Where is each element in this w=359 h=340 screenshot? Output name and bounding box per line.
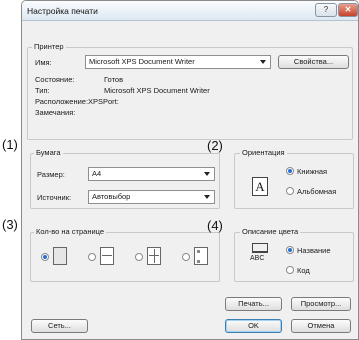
booklet-radio[interactable] — [182, 253, 190, 261]
dialog-title: Настройка печати — [27, 6, 98, 16]
comment-label: Замечания: — [35, 108, 76, 117]
type-label: Тип: — [35, 86, 50, 95]
close-button[interactable]: ✕ — [338, 3, 358, 17]
orientation-group-title: Ориентация — [240, 148, 287, 157]
properties-button[interactable]: Свойства... — [278, 55, 349, 69]
location-label: Расположение: — [35, 97, 89, 106]
paper-group-title: Бумага — [34, 148, 63, 157]
two-pages-icon — [100, 247, 114, 265]
help-button[interactable]: ? — [315, 3, 337, 17]
print-setup-dialog: Настройка печати ? ✕ Принтер Имя: Micros… — [21, 0, 359, 340]
paper-source-label: Источник: — [37, 193, 72, 202]
network-button[interactable]: Сеть... — [31, 319, 88, 333]
printer-name-select[interactable]: Microsoft XPS Document Writer — [85, 55, 271, 69]
pages-1-radio[interactable] — [41, 253, 49, 261]
pages-4-radio[interactable] — [135, 253, 143, 261]
color-printer-icon — [252, 243, 268, 253]
color-code-label: Код — [297, 266, 310, 275]
pages-2-radio[interactable] — [88, 253, 96, 261]
color-name-label: Название — [297, 246, 331, 255]
orientation-icon-letter: A — [255, 179, 265, 194]
landscape-label: Альбомная — [297, 187, 337, 196]
landscape-radio[interactable] — [286, 187, 294, 195]
color-group-title: Описание цвета — [240, 227, 301, 236]
four-pages-icon — [147, 247, 161, 265]
orientation-portrait-icon: A — [252, 177, 268, 196]
paper-source-select[interactable]: Автовыбор — [88, 190, 215, 204]
one-page-icon — [53, 247, 67, 265]
paper-size-value: A4 — [92, 169, 102, 178]
printer-name-value: Microsoft XPS Document Writer — [89, 57, 195, 66]
pages-per-sheet-title: Кол-во на странице — [34, 227, 107, 236]
chevron-down-icon — [204, 172, 210, 176]
cancel-button[interactable]: Отмена — [291, 319, 351, 333]
chevron-down-icon — [204, 195, 210, 199]
preview-button[interactable]: Просмотр... — [291, 297, 351, 311]
callout-marker-2: (2) — [207, 138, 223, 153]
color-icon-text: ABC — [250, 255, 265, 262]
location-value: XPSPort: — [88, 97, 119, 106]
title-bar: Настройка печати ? ✕ — [22, 1, 358, 21]
paper-size-label: Размер: — [37, 170, 65, 179]
booklet-page-icon — [194, 247, 208, 265]
type-value: Microsoft XPS Document Writer — [104, 86, 210, 95]
color-name-radio[interactable] — [286, 246, 294, 254]
printer-name-label: Имя: — [35, 58, 52, 67]
portrait-radio[interactable] — [286, 167, 294, 175]
chevron-down-icon — [260, 60, 266, 64]
callout-marker-3: (3) — [2, 217, 18, 232]
portrait-label: Книжная — [297, 167, 328, 176]
paper-size-select[interactable]: A4 — [88, 167, 215, 181]
color-code-radio[interactable] — [286, 266, 294, 274]
ok-button[interactable]: OK — [225, 319, 282, 333]
printer-group-title: Принтер — [32, 42, 66, 51]
paper-source-value: Автовыбор — [92, 192, 131, 201]
status-value: Готов — [104, 75, 124, 84]
print-button[interactable]: Печать... — [225, 297, 282, 311]
callout-marker-1: (1) — [2, 137, 18, 152]
callout-marker-4: (4) — [207, 218, 223, 233]
status-label: Состояние: — [35, 75, 75, 84]
